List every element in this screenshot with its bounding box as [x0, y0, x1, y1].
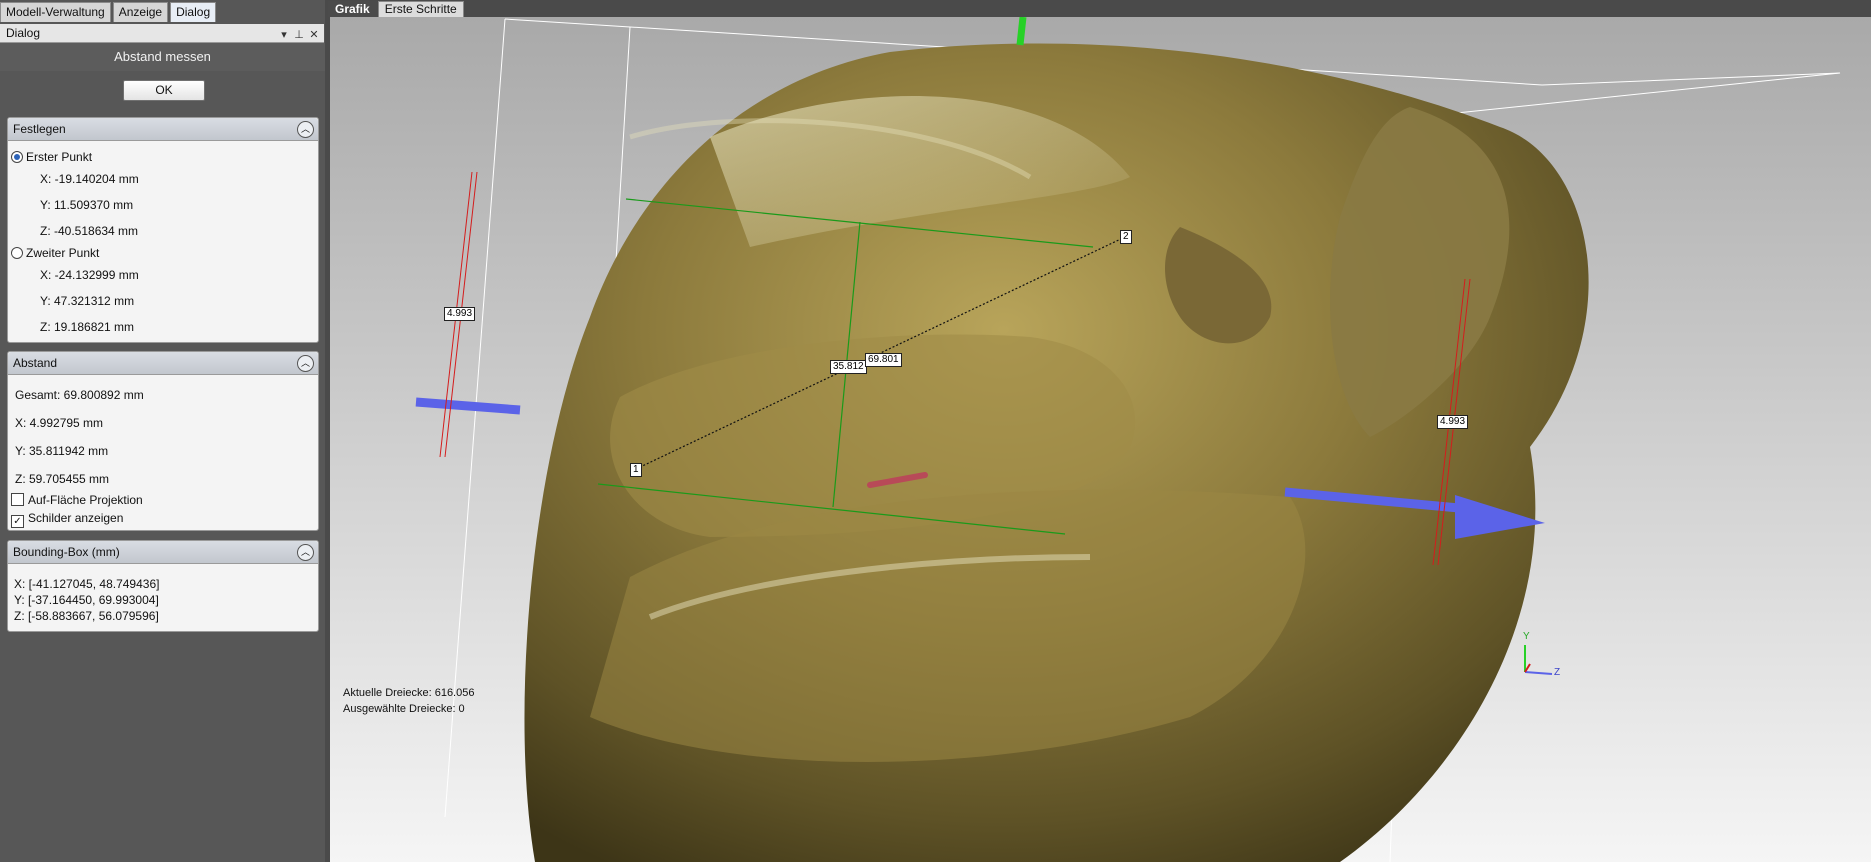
current-triangles: Aktuelle Dreiecke: 616.056	[343, 687, 475, 699]
axis-y-label: Y	[1523, 631, 1530, 642]
dialog-titlebar: Dialog ▾ ⊥ ✕	[0, 24, 324, 43]
dropdown-icon[interactable]: ▾	[278, 26, 290, 44]
second-z: Z: 19.186821 mm	[40, 320, 135, 334]
ok-button[interactable]: OK	[123, 80, 205, 101]
tab-erste-schritte[interactable]: Erste Schritte	[377, 1, 464, 17]
show-labels-option[interactable]: ✓ Schilder anzeigen	[11, 511, 123, 528]
left-panel: Modell-Verwaltung Anzeige Dialog Dialog …	[0, 0, 325, 862]
view-tabs: Grafik Erste Schritte	[328, 0, 465, 17]
first-z: Z: -40.518634 mm	[40, 224, 139, 238]
abstand-title: Abstand	[13, 356, 58, 370]
selected-triangles: Ausgewählte Dreiecke: 0	[343, 703, 465, 715]
second-point-option[interactable]: Zweiter Punkt	[11, 246, 99, 260]
collapse-icon[interactable]: ︿	[297, 121, 314, 138]
tab-dialog[interactable]: Dialog	[170, 2, 217, 22]
show-labels-checkbox[interactable]: ✓	[11, 515, 24, 528]
festlegen-header[interactable]: Festlegen ︿	[8, 118, 318, 141]
abstand-group: Abstand ︿ Gesamt: 69.800892 mm X: 4.9927…	[7, 351, 319, 531]
tab-anzeige[interactable]: Anzeige	[112, 2, 169, 22]
axis-triad-icon	[1524, 645, 1553, 675]
graphics-viewport[interactable]: 4.993 4.993 35.812 69.801 1 2 Y Z Aktuel…	[330, 17, 1871, 862]
close-icon[interactable]: ✕	[308, 26, 320, 44]
tab-grafik[interactable]: Grafik	[328, 1, 377, 17]
first-y: Y: 11.509370 mm	[40, 198, 134, 212]
first-point-label: Erster Punkt	[26, 150, 93, 164]
distance-total: Gesamt: 69.800892 mm	[15, 388, 144, 402]
point-2-marker[interactable]: 2	[1120, 230, 1132, 244]
distance-y: Y: 35.811942 mm	[15, 444, 109, 458]
radio-first-point[interactable]	[11, 151, 23, 163]
dialog-heading: Abstand messen	[0, 43, 325, 71]
projection-label: Auf-Fläche Projektion	[28, 493, 143, 507]
radio-second-point[interactable]	[11, 247, 23, 259]
bbox-z: Z: [-58.883667, 56.079596]	[14, 609, 159, 623]
axis-z-label: Z	[1554, 667, 1561, 678]
3d-model[interactable]	[524, 43, 1589, 862]
point-1-marker[interactable]: 1	[630, 463, 642, 477]
second-point-label: Zweiter Punkt	[26, 246, 100, 260]
scene-svg	[415, 17, 1841, 862]
collapse-icon[interactable]: ︿	[297, 355, 314, 372]
collapse-icon[interactable]: ︿	[297, 544, 314, 561]
bounding-box-group: Bounding-Box (mm) ︿ X: [-41.127045, 48.7…	[7, 540, 319, 632]
distance-z: Z: 59.705455 mm	[15, 472, 110, 486]
tab-modell-verwaltung[interactable]: Modell-Verwaltung	[0, 2, 111, 22]
dim-label-total: 69.801	[865, 353, 902, 367]
distance-x: X: 4.992795 mm	[15, 416, 104, 430]
projection-option[interactable]: Auf-Fläche Projektion	[11, 493, 143, 507]
first-x: X: -19.140204 mm	[40, 172, 139, 186]
bounding-box-header[interactable]: Bounding-Box (mm) ︿	[8, 541, 318, 564]
second-x: X: -24.132999 mm	[40, 268, 139, 282]
dim-label-right: 4.993	[1437, 415, 1469, 429]
dim-label-left: 4.993	[444, 307, 476, 321]
abstand-header[interactable]: Abstand ︿	[8, 352, 318, 375]
second-y: Y: 47.321312 mm	[40, 294, 135, 308]
first-point-option[interactable]: Erster Punkt	[11, 150, 92, 164]
panel-tabs: Modell-Verwaltung Anzeige Dialog	[0, 0, 218, 22]
show-labels-label: Schilder anzeigen	[28, 511, 124, 525]
projection-checkbox[interactable]	[11, 493, 24, 506]
dim-label-y: 35.812	[830, 360, 867, 374]
festlegen-title: Festlegen	[13, 122, 66, 136]
pin-icon[interactable]: ⊥	[293, 26, 305, 44]
dialog-title: Dialog	[6, 26, 41, 40]
bbox-x: X: [-41.127045, 48.749436]	[14, 577, 160, 591]
festlegen-group: Festlegen ︿ Erster Punkt X: -19.140204 m…	[7, 117, 319, 343]
bounding-box-title: Bounding-Box (mm)	[13, 545, 120, 559]
bbox-y: Y: [-37.164450, 69.993004]	[14, 593, 159, 607]
